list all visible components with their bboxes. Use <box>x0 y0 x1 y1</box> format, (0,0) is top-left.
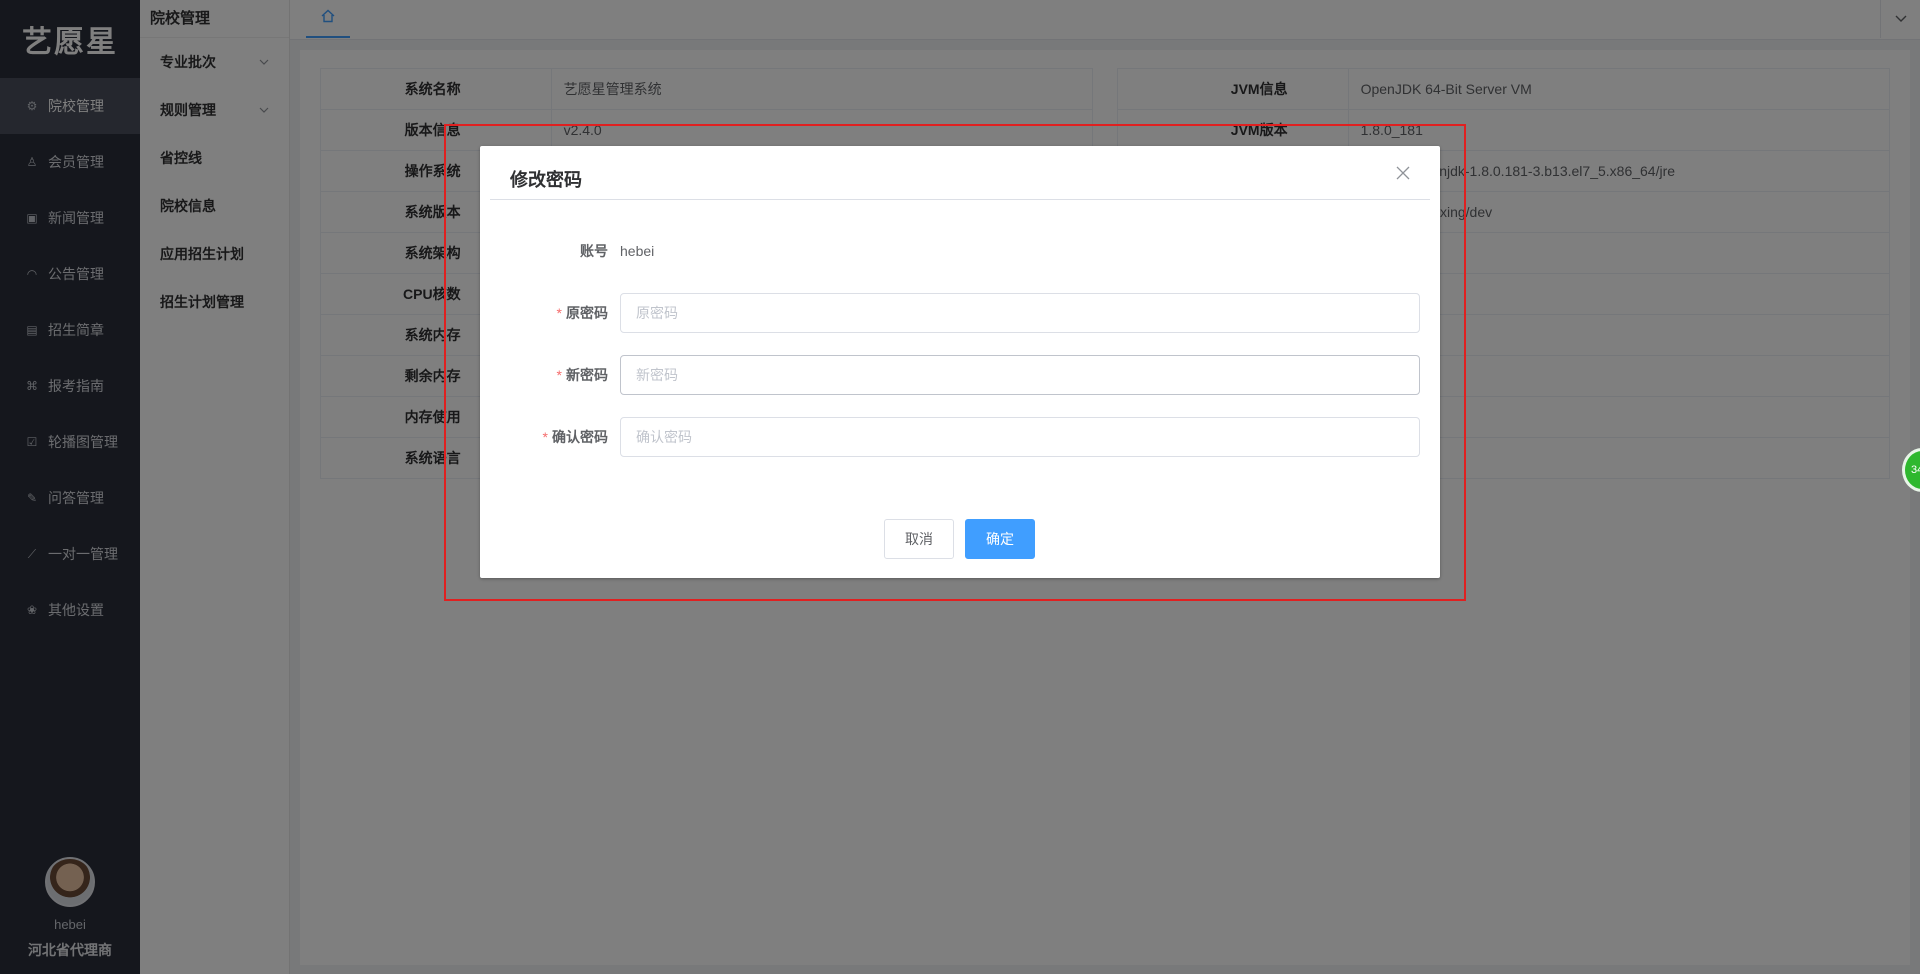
old-password-row: * 原密码 <box>480 293 1440 333</box>
confirm-button[interactable]: 确定 <box>965 519 1035 559</box>
confirm-password-input[interactable] <box>620 417 1420 457</box>
close-icon[interactable] <box>1396 165 1410 183</box>
confirm-password-label-text: 确认密码 <box>552 429 608 445</box>
required-mark: * <box>556 305 562 321</box>
new-password-label-text: 新密码 <box>566 367 608 383</box>
old-password-label-text: 原密码 <box>566 305 608 321</box>
required-mark: * <box>556 367 562 383</box>
change-password-dialog: 修改密码 账号 hebei * 原密码 * 新密码 * 确认密码 取消 确定 <box>480 146 1440 578</box>
new-password-input[interactable] <box>620 355 1420 395</box>
old-password-label: * 原密码 <box>557 293 608 333</box>
old-password-input[interactable] <box>620 293 1420 333</box>
account-value: hebei <box>620 243 655 259</box>
required-mark: * <box>542 429 548 445</box>
dialog-title: 修改密码 <box>510 170 582 190</box>
confirm-password-row: * 确认密码 <box>480 417 1440 457</box>
floating-badge-text: 34 <box>1911 464 1920 476</box>
account-row: 账号 hebei <box>480 231 1440 271</box>
confirm-password-label: * 确认密码 <box>543 417 608 457</box>
new-password-label: * 新密码 <box>557 355 608 395</box>
dialog-header: 修改密码 <box>490 146 1430 200</box>
cancel-button[interactable]: 取消 <box>884 519 954 559</box>
account-label: 账号 <box>580 243 608 259</box>
new-password-row: * 新密码 <box>480 355 1440 395</box>
